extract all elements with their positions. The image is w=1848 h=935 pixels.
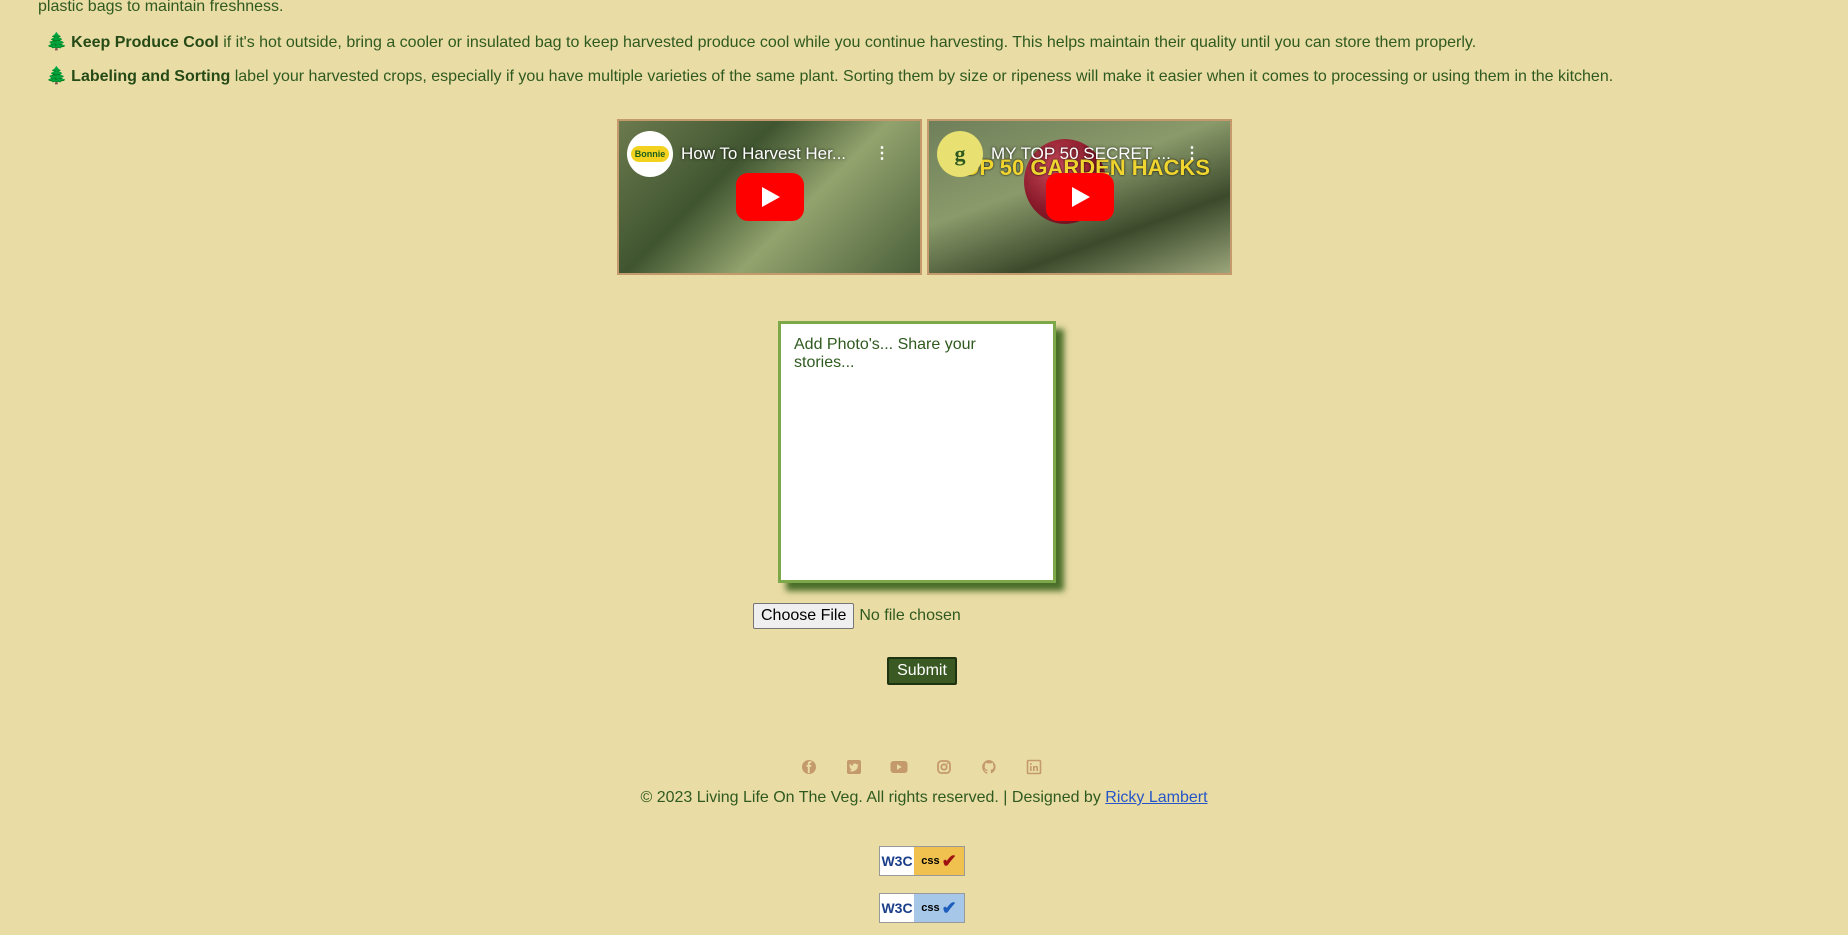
twitter-icon[interactable] — [845, 758, 863, 776]
github-icon[interactable] — [980, 758, 998, 776]
w3c-css-badge[interactable]: W3C css ✔ — [879, 893, 965, 923]
video-title[interactable]: How To Harvest Her... — [681, 144, 846, 164]
copyright: © 2023 Living Life On The Veg. All right… — [0, 789, 1848, 807]
play-button-icon[interactable] — [1045, 173, 1114, 221]
tip-labeling-sorting: 🌲 Labeling and Sorting label your harvest… — [46, 66, 1613, 87]
video-embed-garden-hacks[interactable]: TOP 50 GARDEN HACKS g MY TOP 50 SECRET .… — [927, 119, 1232, 275]
tip-title: Labeling and Sorting — [71, 68, 231, 85]
more-options-icon[interactable]: ⋮ — [1184, 143, 1200, 163]
instagram-icon[interactable] — [935, 758, 953, 776]
social-links — [800, 758, 1043, 776]
channel-logo[interactable]: g — [937, 131, 983, 177]
story-textarea[interactable] — [778, 321, 1056, 583]
css-label: css ✔ — [914, 894, 964, 922]
play-button-icon[interactable] — [735, 173, 804, 221]
tip-text: if it's hot outside, bring a cooler or i… — [218, 34, 1477, 51]
designer-link[interactable]: Ricky Lambert — [1105, 789, 1207, 806]
tip-title: Keep Produce Cool — [71, 34, 219, 51]
file-status: No file chosen — [859, 607, 961, 624]
channel-logo[interactable]: Bonnie — [627, 131, 673, 177]
video-embeds: Bonnie How To Harvest Her... ⋮ TOP 50 GA… — [617, 119, 1232, 275]
video-title[interactable]: MY TOP 50 SECRET ... — [991, 144, 1171, 164]
tree-icon: 🌲 — [46, 66, 68, 85]
facebook-icon[interactable] — [800, 758, 818, 776]
tree-icon: 🌲 — [46, 32, 68, 51]
file-upload: Choose File No file chosen — [753, 603, 961, 629]
youtube-icon[interactable] — [890, 758, 908, 776]
choose-file-button[interactable]: Choose File — [753, 603, 855, 629]
css-label: css ✔ — [914, 847, 964, 875]
w3c-css-badge[interactable]: W3C css ✔ — [879, 846, 965, 876]
check-icon: ✔ — [941, 850, 957, 871]
linkedin-icon[interactable] — [1025, 758, 1043, 776]
w3c-logo: W3C — [880, 847, 914, 875]
tip-intro-tail: plastic bags to maintain freshness. — [38, 0, 284, 15]
tip-text: label your harvested crops, especially i… — [230, 68, 1614, 85]
video-embed-harvest-herbs[interactable]: Bonnie How To Harvest Her... ⋮ — [617, 119, 922, 275]
submit-button[interactable]: Submit — [887, 657, 957, 685]
more-options-icon[interactable]: ⋮ — [874, 143, 890, 163]
copyright-text: © 2023 Living Life On The Veg. All right… — [640, 789, 1106, 806]
check-icon: ✔ — [941, 897, 957, 918]
tip-keep-produce-cool: 🌲 Keep Produce Cool if it's hot outside, … — [46, 32, 1476, 53]
w3c-logo: W3C — [880, 894, 914, 922]
